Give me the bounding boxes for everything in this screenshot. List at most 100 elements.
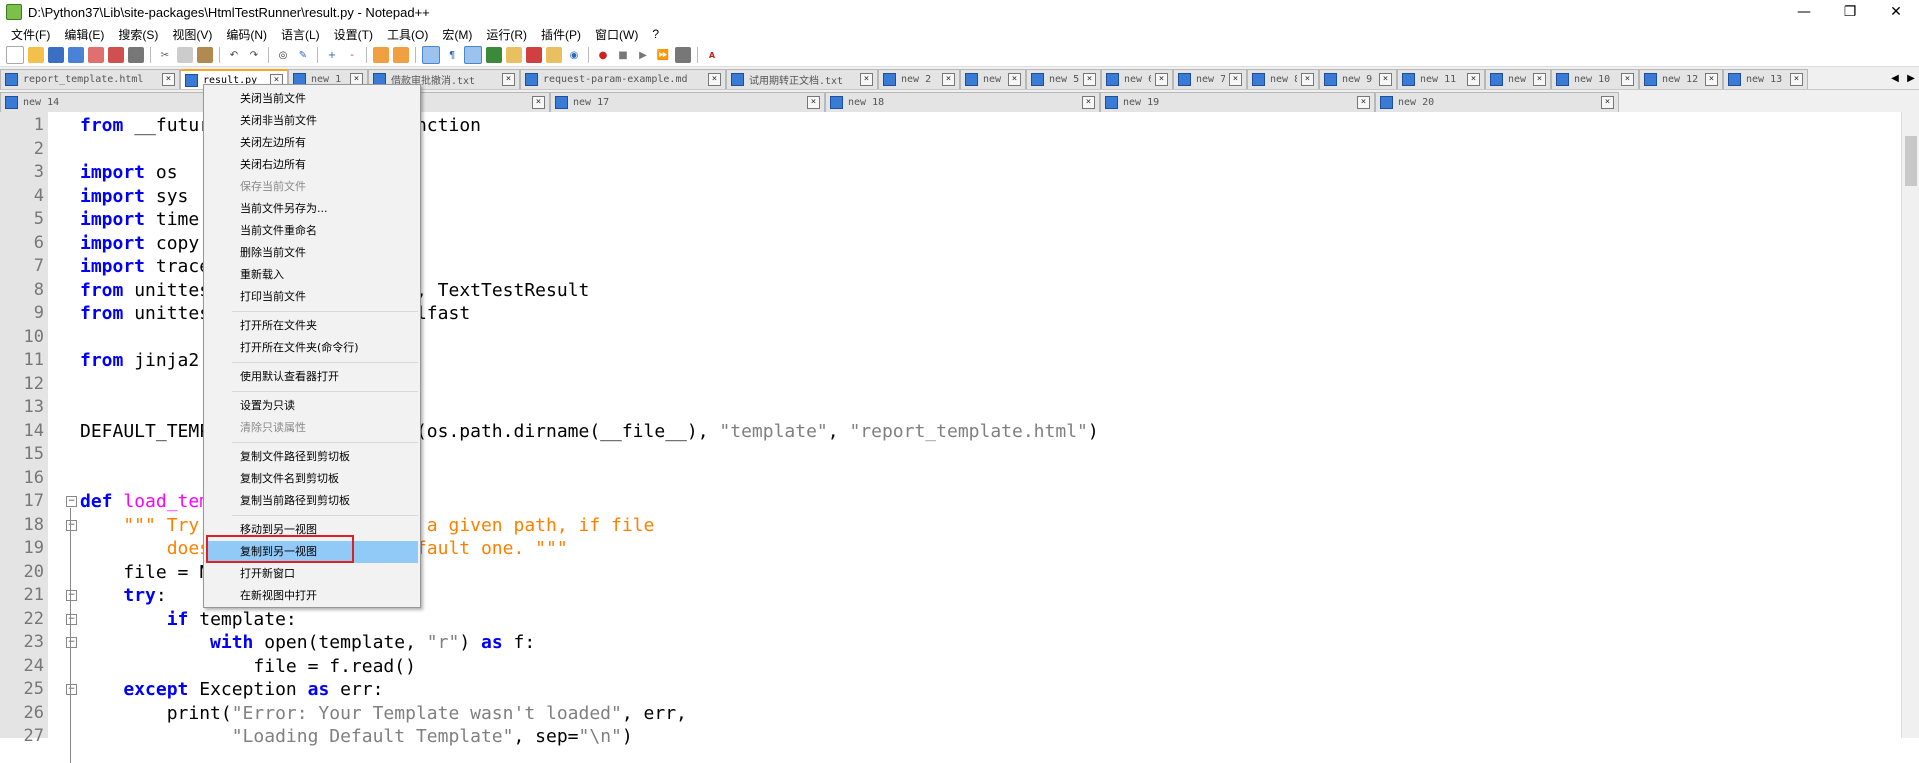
indent-guide-icon[interactable] <box>464 46 482 64</box>
menu-item[interactable]: 宏(M) <box>435 26 479 43</box>
tab-15[interactable]: new 3 × <box>1485 69 1551 89</box>
tab-scroll-right-icon[interactable]: ▶ <box>1907 73 1915 84</box>
tab-close-icon[interactable]: × <box>1083 73 1096 86</box>
show-all-chars-icon[interactable]: ¶ <box>444 47 460 63</box>
tab-7[interactable]: new 2 × <box>878 69 960 89</box>
close-button[interactable]: ✕ <box>1873 0 1919 24</box>
tab-close-icon[interactable]: × <box>1379 73 1392 86</box>
close-all-icon[interactable] <box>108 47 124 63</box>
scrollbar-thumb[interactable] <box>1905 136 1917 186</box>
paste-icon[interactable] <box>197 47 213 63</box>
fold-toggle-icon[interactable]: − <box>66 590 77 601</box>
tab-close-icon[interactable]: × <box>502 73 515 86</box>
fold-toggle-icon[interactable]: − <box>66 519 77 531</box>
menu-item[interactable]: 设置(T) <box>327 26 380 43</box>
tab-close-icon[interactable]: × <box>162 73 175 86</box>
tab-close-icon[interactable]: × <box>708 73 721 86</box>
context-menu-item[interactable]: 复制文件名到剪切板 <box>206 468 418 490</box>
function-list-icon[interactable] <box>526 47 542 63</box>
open-file-icon[interactable] <box>28 47 44 63</box>
close-file-icon[interactable] <box>88 47 104 63</box>
tab-14[interactable]: new 11 × <box>1397 69 1485 89</box>
context-menu-item[interactable]: 设置为只读 <box>206 395 418 417</box>
replace-icon[interactable]: ✎ <box>295 47 311 63</box>
zoom-out-icon[interactable]: - <box>344 47 360 63</box>
tab-close-icon[interactable]: × <box>807 96 820 109</box>
context-menu-item[interactable]: 打开所在文件夹 <box>206 315 418 337</box>
tab-row2-6[interactable]: new 20 × <box>1375 92 1619 112</box>
tab-close-icon[interactable]: × <box>942 73 955 86</box>
menu-item[interactable]: 视图(V) <box>165 26 219 43</box>
context-menu-item[interactable]: 当前文件重命名 <box>206 220 418 242</box>
tab-close-icon[interactable]: × <box>1155 73 1168 86</box>
tab-close-icon[interactable]: × <box>1601 96 1614 109</box>
find-icon[interactable]: ◎ <box>275 47 291 63</box>
zoom-in-icon[interactable]: + <box>324 47 340 63</box>
tab-13[interactable]: new 9 × <box>1319 69 1397 89</box>
tab-close-icon[interactable]: × <box>1229 73 1242 86</box>
context-menu-item[interactable]: 重新载入 <box>206 264 418 286</box>
menu-item[interactable]: 文件(F) <box>4 26 57 43</box>
tab-1[interactable]: report_template.html × <box>0 69 180 89</box>
doc-map-icon[interactable] <box>506 47 522 63</box>
context-menu-item[interactable]: 当前文件另存为... <box>206 198 418 220</box>
tab-6[interactable]: 试用期转正文档.txt × <box>726 69 878 89</box>
context-menu-item[interactable]: 打开所在文件夹(命令行) <box>206 337 418 359</box>
tab-close-icon[interactable]: × <box>1357 96 1370 109</box>
menu-item[interactable]: 插件(P) <box>534 26 588 43</box>
menu-item[interactable]: 编码(N) <box>219 26 274 43</box>
tab-8[interactable]: new 4 × <box>960 69 1026 89</box>
play-macro-icon[interactable]: ▶ <box>635 47 651 63</box>
context-menu-item[interactable]: 使用默认查看器打开 <box>206 366 418 388</box>
menu-item[interactable]: 窗口(W) <box>588 26 645 43</box>
vertical-scrollbar[interactable] <box>1901 112 1919 738</box>
fold-toggle-icon[interactable]: − <box>66 613 77 625</box>
word-wrap-icon[interactable] <box>422 46 440 64</box>
run-macro-multiple-icon[interactable]: ⏩ <box>655 47 671 63</box>
tab-11[interactable]: new 7 × <box>1173 69 1247 89</box>
fold-toggle-icon[interactable]: − <box>66 496 77 507</box>
sync-vertical-icon[interactable] <box>373 47 389 63</box>
tab-5[interactable]: request-param-example.md × <box>520 69 726 89</box>
tab-17[interactable]: new 12 × <box>1639 69 1723 89</box>
menu-item[interactable]: 运行(R) <box>479 26 534 43</box>
tab-close-icon[interactable]: × <box>1705 73 1718 86</box>
tab-scroll-left-icon[interactable]: ◀ <box>1891 73 1899 84</box>
monitoring-icon[interactable]: ◉ <box>566 47 582 63</box>
context-menu-item[interactable]: 复制当前路径到剪切板 <box>206 490 418 512</box>
menu-item[interactable]: 语言(L) <box>274 26 327 43</box>
stop-macro-icon[interactable]: ■ <box>615 47 631 63</box>
minimize-button[interactable]: — <box>1781 0 1827 24</box>
menu-item[interactable]: ? <box>645 27 666 41</box>
tab-close-icon[interactable]: × <box>532 96 545 109</box>
sync-horizontal-icon[interactable] <box>393 47 409 63</box>
context-menu-item[interactable]: 关闭非当前文件 <box>206 110 418 132</box>
tab-close-icon[interactable]: × <box>1301 73 1314 86</box>
tab-18[interactable]: new 13 × <box>1723 69 1808 89</box>
tab-close-icon[interactable]: × <box>1790 73 1803 86</box>
tab-10[interactable]: new 6 × <box>1101 69 1173 89</box>
maximize-button[interactable]: ❐ <box>1827 0 1873 24</box>
tab-close-icon[interactable]: × <box>1467 73 1480 86</box>
tab-row2-3[interactable]: new 17 × <box>550 92 825 112</box>
folder-workspace-icon[interactable] <box>546 47 562 63</box>
tab-16[interactable]: new 10 × <box>1551 69 1639 89</box>
udl-icon[interactable] <box>486 47 502 63</box>
save-macro-icon[interactable] <box>675 47 691 63</box>
context-menu-item[interactable]: 关闭当前文件 <box>206 88 418 110</box>
context-menu-item[interactable]: 关闭左边所有 <box>206 132 418 154</box>
print-icon[interactable] <box>128 47 144 63</box>
context-menu-item[interactable]: 复制文件路径到剪切板 <box>206 446 418 468</box>
fold-toggle-icon[interactable]: − <box>66 637 77 648</box>
spellcheck-icon[interactable]: A <box>704 47 720 63</box>
context-menu-item[interactable]: 在新视图中打开 <box>206 585 418 607</box>
tab-9[interactable]: new 5 × <box>1026 69 1101 89</box>
cut-icon[interactable]: ✂ <box>157 47 173 63</box>
tab-close-icon[interactable]: × <box>860 73 873 86</box>
context-menu-item[interactable]: 删除当前文件 <box>206 242 418 264</box>
tab-close-icon[interactable]: × <box>1008 73 1021 86</box>
copy-icon[interactable] <box>177 47 193 63</box>
save-all-icon[interactable] <box>68 47 84 63</box>
menu-item[interactable]: 工具(O) <box>380 26 435 43</box>
tab-row2-4[interactable]: new 18 × <box>825 92 1100 112</box>
